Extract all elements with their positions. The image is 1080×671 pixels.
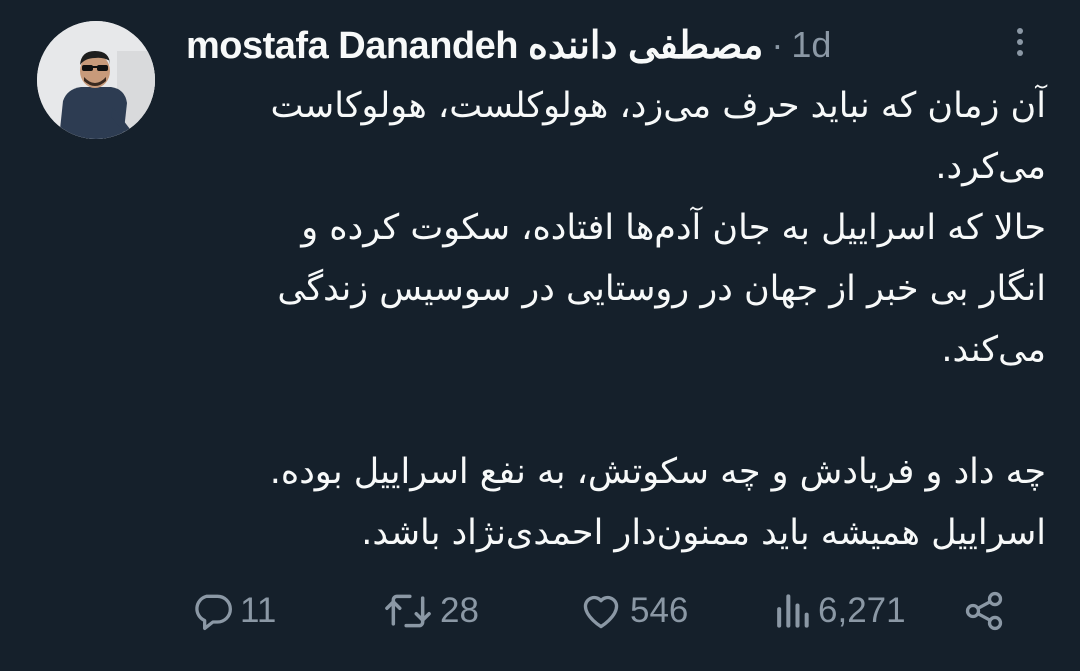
reply-count: 11 xyxy=(240,591,277,630)
separator-dot: · xyxy=(771,24,784,65)
more-icon[interactable] xyxy=(1000,22,1040,62)
reply-button[interactable]: 11 xyxy=(190,586,276,636)
tweet-header: mostafa Danandeh مصطفی داننده · 1d xyxy=(186,18,831,72)
display-name[interactable]: mostafa Danandeh مصطفی داننده xyxy=(186,23,764,68)
tweet-line: آن زمان که نباید حرف می‌زد، هولوکلست، هو… xyxy=(270,86,1047,126)
tweet-line: می‌کند. xyxy=(941,330,1046,370)
avatar-photo xyxy=(37,21,155,139)
tweet-line: چه داد و فریادش و چه سکوتش، به نفع اسرای… xyxy=(269,452,1046,492)
tweet[interactable]: mostafa Danandeh مصطفی داننده · 1d آن زم… xyxy=(0,0,1080,671)
tweet-line: اسراییل همیشه باید ممنون‌دار احمدی‌نژاد … xyxy=(361,513,1046,553)
reply-icon xyxy=(195,594,232,631)
timestamp[interactable]: 1d xyxy=(791,24,831,66)
retweet-count: 28 xyxy=(440,591,479,630)
view-count: 6,271 xyxy=(818,591,906,630)
views-button[interactable]: 6,271 xyxy=(772,586,906,636)
avatar[interactable] xyxy=(37,21,155,139)
action-bar: 11 28 546 6,271 xyxy=(186,586,1016,636)
tweet-line: حالا که اسراییل به جان آدم‌ها افتاده، سک… xyxy=(301,208,1046,248)
like-count: 546 xyxy=(630,591,689,630)
tweet-text: آن زمان که نباید حرف می‌زد، هولوکلست، هو… xyxy=(186,76,1046,564)
heart-icon xyxy=(583,595,619,629)
like-button[interactable]: 546 xyxy=(578,586,688,636)
tweet-line: می‌کرد. xyxy=(935,147,1046,187)
tweet-line: انگار بی خبر از جهان در روستایی در سوسیس… xyxy=(277,269,1046,309)
retweet-icon xyxy=(385,594,431,628)
tweet-line-blank xyxy=(186,381,1046,442)
share-icon xyxy=(965,591,1003,631)
retweet-button[interactable]: 28 xyxy=(382,586,479,636)
views-icon xyxy=(777,594,809,628)
share-button[interactable] xyxy=(962,586,1006,636)
